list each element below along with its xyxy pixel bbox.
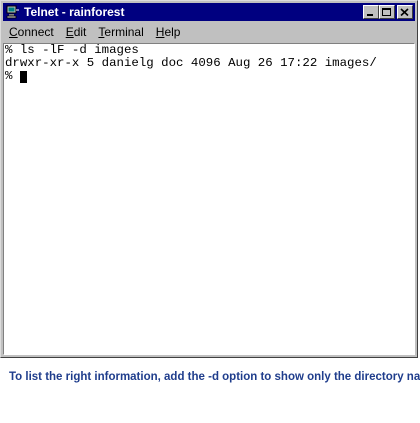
menu-connect-mnemonic: C [9,25,18,39]
maximize-button[interactable] [379,5,395,19]
menu-help-label: elp [164,25,181,39]
minimize-button[interactable] [363,5,379,19]
caption-text: To list the right information, add the -… [9,371,420,383]
menu-edit[interactable]: Edit [60,23,93,42]
maximize-icon [382,8,391,16]
terminal-line-output: drwxr-xr-x 5 danielg doc 4096 Aug 26 17:… [5,56,377,70]
prompt-text: % [5,69,20,83]
telnet-window: Telnet - rainforest Connect Edit Termina… [0,0,418,358]
menu-edit-mnemonic: E [65,25,74,39]
menu-help[interactable]: Help [150,23,187,42]
text-cursor [19,71,27,83]
menu-connect-label: onnect [17,25,54,39]
menu-terminal[interactable]: Terminal [92,23,149,42]
menu-connect[interactable]: Connect [3,23,60,42]
close-icon [400,8,409,17]
title-bar[interactable]: Telnet - rainforest [3,3,415,21]
close-button[interactable] [397,5,413,19]
terminal-output[interactable]: % ls -lF -d images drwxr-xr-x 5 danielg … [3,43,415,355]
telnet-computer-icon[interactable] [6,5,20,19]
window-controls [363,5,413,19]
terminal-line-prompt: % [5,70,414,83]
minimize-icon [367,14,373,16]
menu-edit-label: dit [73,25,87,39]
menu-bar: Connect Edit Terminal Help [3,23,415,42]
menu-terminal-label: erminal [104,25,144,39]
window-title: Telnet - rainforest [24,5,125,19]
